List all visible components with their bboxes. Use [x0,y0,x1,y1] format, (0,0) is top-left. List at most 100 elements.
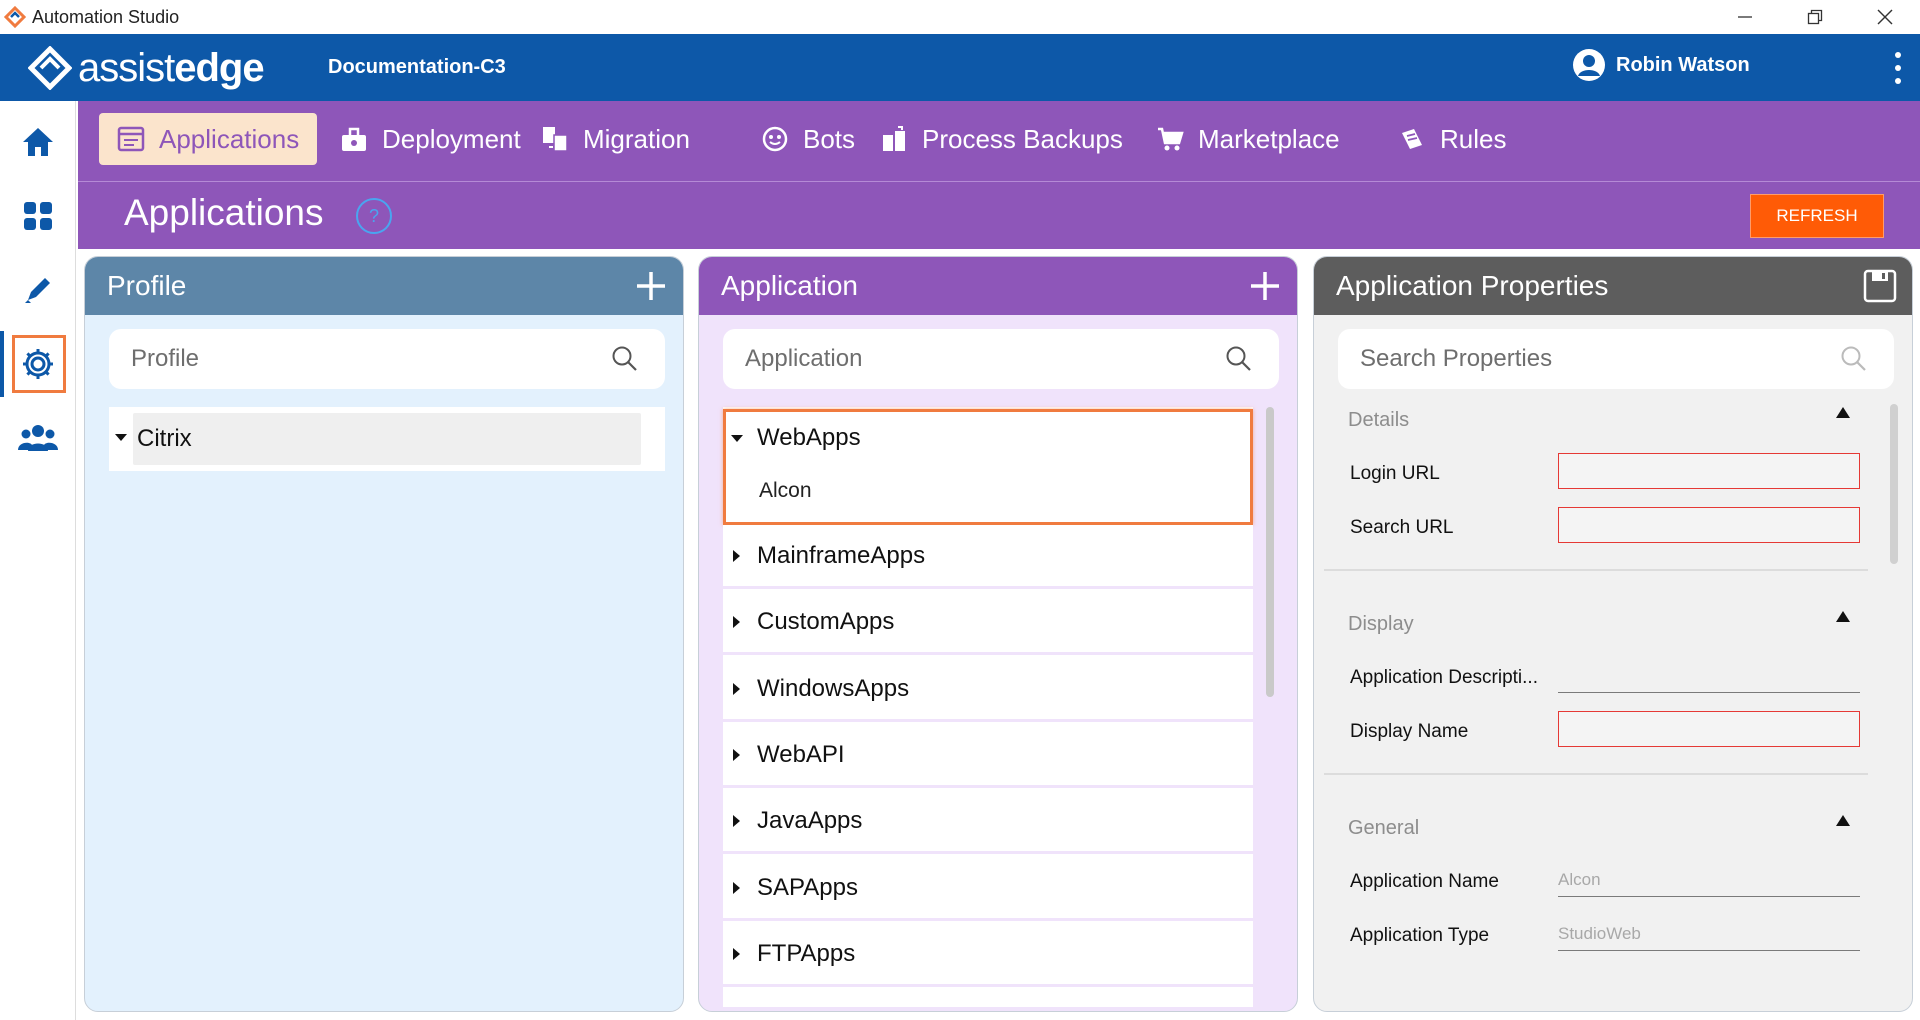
application-panel: Application Application WebApps Alcon Ma… [698,256,1298,1012]
close-button[interactable] [1850,0,1920,34]
rail-dashboard[interactable] [0,179,76,253]
dashboard-icon [24,202,52,230]
application-name-field[interactable]: Alcon [1558,861,1860,897]
users-icon [18,425,58,451]
application-description-field[interactable] [1558,657,1860,693]
nav-process-backups[interactable]: Process Backups [862,113,1141,165]
application-name-value: Alcon [1558,870,1601,889]
nav-label: Rules [1440,123,1507,154]
app-group-ftpapps[interactable]: FTPApps [723,923,1253,987]
nav-label: Marketplace [1198,123,1340,154]
save-properties-button[interactable] [1862,268,1898,304]
prop-label: Application Descripti... [1350,667,1538,688]
prop-label: Display Name [1350,721,1469,742]
application-list-scrollbar[interactable] [1266,407,1274,697]
nav-bots[interactable]: Bots [743,113,873,165]
section-title: Display [1348,613,1414,635]
expand-caret-icon[interactable] [731,435,743,442]
collapsed-caret-icon[interactable] [733,549,740,562]
collapse-section-icon[interactable] [1836,815,1850,826]
application-search-input[interactable]: Application [723,329,1279,389]
page-title: Applications [124,192,324,233]
search-icon[interactable] [1225,345,1253,373]
collapsed-caret-icon[interactable] [733,615,740,628]
save-icon [1863,269,1897,303]
migration-icon [543,127,568,152]
app-logo-icon [4,6,26,28]
close-icon [1877,9,1893,25]
profile-panel: Profile Profile Citrix [84,256,684,1012]
bots-icon [762,126,788,152]
properties-scrollbar[interactable] [1890,404,1898,564]
app-group-webapi[interactable]: WebAPI [723,724,1253,788]
kebab-dot [1895,52,1901,58]
app-group-windowsapps[interactable]: WindowsApps [723,658,1253,722]
app-group-label: MainframeApps [757,541,926,569]
nav-applications[interactable]: Applications [99,113,318,165]
assistedge-logo-icon [28,46,72,90]
profile-item-citrix[interactable]: Citrix [115,413,641,465]
app-group-sapapps[interactable]: SAPApps [723,857,1253,921]
properties-search-input[interactable]: Search Properties [1338,329,1894,389]
nav-migration[interactable]: Migration [523,113,708,165]
main-nav: Applications Deployment Migration Bots P… [78,101,1920,181]
profile-search-input[interactable]: Profile [109,329,665,389]
display-name-field[interactable] [1558,711,1860,747]
app-group-label: WebAPI [757,740,845,768]
rail-edit[interactable] [0,253,76,327]
add-profile-button[interactable] [633,268,669,304]
more-options-button[interactable] [1888,52,1908,84]
rail-settings[interactable] [0,327,76,401]
prop-label: Login URL [1350,463,1440,484]
collapsed-caret-icon[interactable] [733,682,740,695]
restore-icon [1807,9,1823,25]
section-divider [1324,773,1868,775]
app-group-mainframeapps[interactable]: MainframeApps [723,525,1253,589]
login-url-field[interactable] [1558,453,1860,489]
app-group-label: WindowsApps [757,674,910,702]
nav-label: Deployment [382,123,521,154]
search-icon[interactable] [611,345,639,373]
nav-marketplace[interactable]: Marketplace [1138,113,1358,165]
profile-tree: Citrix [109,407,665,471]
app-group-webapps: WebApps Alcon [723,407,1253,525]
restore-button[interactable] [1780,0,1850,34]
collapse-section-icon[interactable] [1836,407,1850,418]
section-title: General [1348,817,1420,839]
app-group-javaapps[interactable]: JavaApps [723,790,1253,854]
rail-users[interactable] [0,401,76,475]
page-header: Applications ? REFRESH [78,181,1920,249]
help-icon[interactable]: ? [356,198,392,234]
collapse-section-icon[interactable] [1836,611,1850,622]
brand-text: assistedge [78,45,265,90]
marketplace-icon [1158,127,1184,151]
app-group-label: CustomApps [757,607,895,635]
rail-home[interactable] [0,105,76,179]
collapsed-caret-icon[interactable] [733,947,740,960]
brand-logo[interactable]: assistedge [28,44,265,92]
app-header: assistedge Documentation-C3 Robin Watson [0,34,1920,101]
collapsed-caret-icon[interactable] [733,748,740,761]
application-type-field[interactable]: StudioWeb [1558,915,1860,951]
app-group-customapps[interactable]: CustomApps [723,591,1253,655]
profile-panel-title: Profile [107,270,187,301]
search-icon[interactable] [1840,345,1868,373]
user-menu[interactable]: Robin Watson [1572,48,1750,82]
search-url-field[interactable] [1558,507,1860,543]
properties-body: Details Login URL Search URL Display App… [1324,403,1884,1011]
rules-icon [1402,129,1422,149]
add-application-button[interactable] [1247,268,1283,304]
window-titlebar: Automation Studio [0,0,1920,34]
app-item-alcon[interactable]: Alcon [723,469,1253,513]
refresh-button[interactable]: REFRESH [1750,194,1884,238]
nav-deployment[interactable]: Deployment [322,113,539,165]
search-placeholder: Profile [131,345,200,372]
app-group-header[interactable]: WebApps [723,415,1253,461]
collapsed-caret-icon[interactable] [733,881,740,894]
collapsed-caret-icon[interactable] [733,814,740,827]
nav-rules[interactable]: Rules [1380,113,1524,165]
minimize-button[interactable] [1710,0,1780,34]
expand-caret-icon[interactable] [115,434,127,441]
app-item-label: Alcon [759,479,812,502]
section-title: Details [1348,409,1410,431]
